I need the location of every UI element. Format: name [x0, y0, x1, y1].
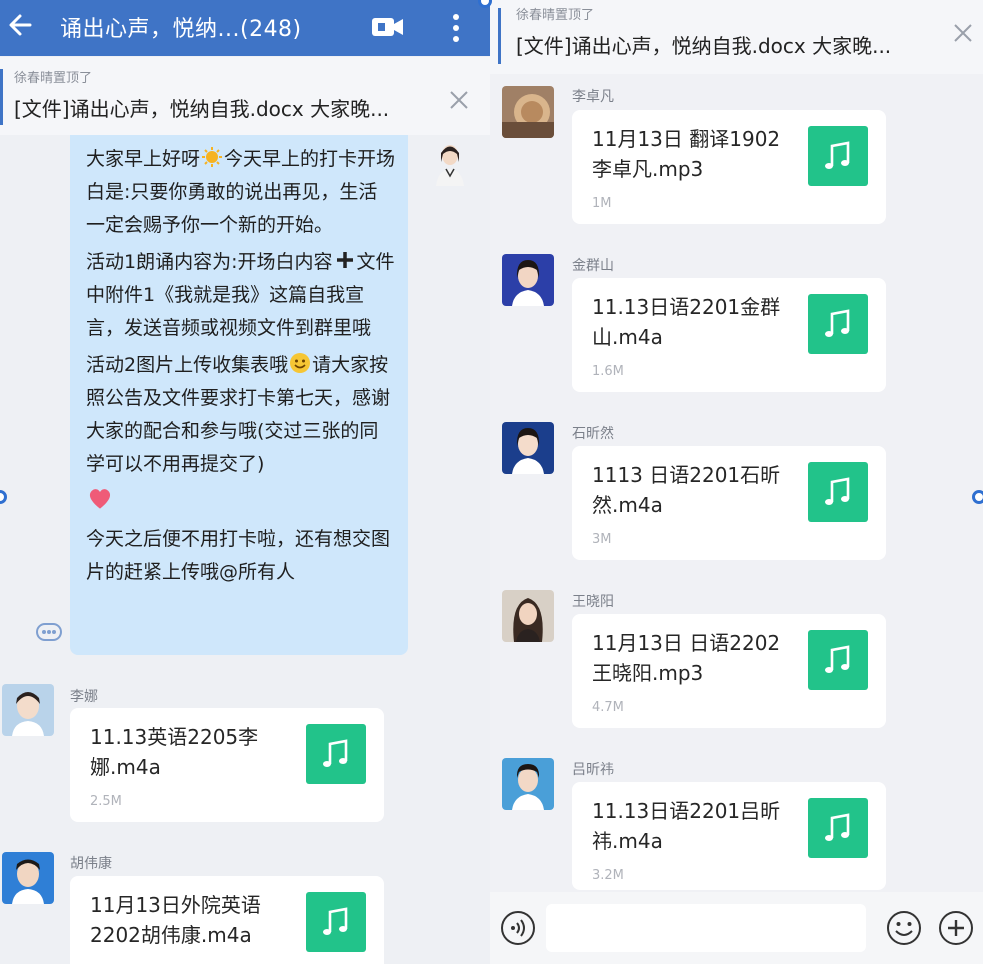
plus-emoji-icon [336, 252, 353, 268]
avatar[interactable] [502, 422, 554, 474]
avatar[interactable] [502, 254, 554, 306]
pinned-message-text: [文件]诵出心声，悦纳自我.docx 大家晚... [516, 34, 892, 58]
sender-name: 吕昕祎 [572, 762, 614, 778]
audio-file-icon [306, 892, 366, 952]
sender-name: 李卓凡 [572, 89, 614, 105]
read-receipt-icon[interactable] [36, 622, 62, 642]
back-arrow-icon[interactable] [4, 8, 38, 42]
announcement-paragraph-1: 大家早上好呀 今天早上的打卡开场白是:只要你勇敢的说出再见，生活一定会赐予你一个新… [86, 143, 396, 242]
self-avatar[interactable] [424, 138, 476, 186]
title-bar: 诵出心声，悦纳...(248) [0, 0, 490, 56]
avatar[interactable] [502, 758, 554, 810]
file-message-card[interactable]: 11.13日语2201吕昕祎.m4a 3.2M [572, 782, 886, 890]
avatar[interactable] [502, 590, 554, 642]
audio-file-icon [808, 798, 868, 858]
announcement-text: 活动1朗诵内容为:开场白内容 [86, 251, 333, 273]
left-chat-panel: 诵出心声，悦纳...(248) 徐春晴置顶了 [文件]诵出心声，悦纳自我.doc… [0, 0, 490, 964]
more-options-icon[interactable] [446, 10, 466, 46]
pinned-indicator-bar [0, 69, 3, 125]
file-size: 3.2M [592, 868, 624, 883]
member-count: (248) [239, 17, 302, 42]
emoji-picker-icon[interactable] [886, 910, 922, 946]
file-message-card[interactable]: 1113 日语2201石昕然.m4a 3M [572, 446, 886, 560]
chat-title: 诵出心声，悦纳...(248) [60, 11, 302, 43]
voice-input-icon[interactable] [500, 910, 536, 946]
avatar[interactable] [2, 852, 54, 904]
sender-name: 胡伟康 [70, 856, 112, 872]
right-chat-panel: 徐春晴置顶了 [文件]诵出心声，悦纳自我.docx 大家晚... 李卓凡 11月… [490, 0, 983, 964]
sender-name: 金群山 [572, 258, 614, 274]
message-input-bar [490, 892, 983, 964]
file-size: 1.6M [592, 364, 624, 379]
announcement-paragraph-2: 活动1朗诵内容为:开场白内容 文件中附件1《我就是我》这篇自我宣言，发送音频或视频… [86, 246, 396, 345]
video-call-icon[interactable] [370, 14, 406, 40]
pinned-by-text: 徐春晴置顶了 [516, 8, 595, 23]
smiley-emoji-icon [290, 353, 311, 373]
sender-name: 李娜 [70, 689, 98, 705]
sun-emoji-icon [202, 147, 223, 167]
divider-handle [972, 490, 983, 504]
file-name: 11.13英语2205李娜.m4a [90, 725, 259, 779]
add-attachment-icon[interactable] [938, 910, 974, 946]
file-message-card[interactable]: 11.13英语2205李娜.m4a 2.5M [70, 708, 384, 822]
avatar[interactable] [2, 684, 54, 736]
audio-file-icon [808, 294, 868, 354]
pinned-message-banner[interactable]: 徐春晴置顶了 [文件]诵出心声，悦纳自我.docx 大家晚... [490, 0, 983, 74]
audio-file-icon [808, 630, 868, 690]
message-input[interactable] [546, 904, 866, 952]
file-name: 1113 日语2201石昕然.m4a [592, 463, 781, 517]
audio-file-icon [808, 126, 868, 186]
file-message-card[interactable]: 11.13日语2201金群山.m4a 1.6M [572, 278, 886, 392]
audio-file-icon [808, 462, 868, 522]
file-message-card[interactable]: 11月13日 日语2202王晓阳.mp3 4.7M [572, 614, 886, 728]
file-size: 3M [592, 532, 612, 547]
heart-emoji-icon [89, 489, 111, 509]
avatar[interactable] [502, 86, 554, 138]
sender-name: 王晓阳 [572, 594, 614, 610]
announcement-text: 大家早上好呀 [86, 148, 201, 170]
group-name: 诵出心声，悦纳... [60, 17, 240, 42]
file-size: 2.5M [90, 794, 122, 809]
close-icon[interactable] [448, 89, 470, 111]
announcement-paragraph-4 [86, 485, 396, 519]
file-name: 11.13日语2201吕昕祎.m4a [592, 799, 781, 853]
file-name: 11月13日外院英语2202胡伟康.m4a [90, 893, 261, 947]
announcement-text: 活动2图片上传收集表哦 [86, 354, 289, 376]
pinned-indicator-bar [498, 8, 501, 64]
pinned-by-text: 徐春晴置顶了 [14, 71, 93, 86]
close-icon[interactable] [952, 22, 974, 44]
file-name: 11.13日语2201金群山.m4a [592, 295, 781, 349]
audio-file-icon [306, 724, 366, 784]
file-size: 4.7M [592, 700, 624, 715]
file-name: 11月13日 日语2202王晓阳.mp3 [592, 631, 781, 685]
file-message-card[interactable]: 11月13日 翻译1902李卓凡.mp3 1M [572, 110, 886, 224]
file-size: 1M [592, 196, 612, 211]
file-name: 11月13日 翻译1902李卓凡.mp3 [592, 127, 781, 181]
announcement-paragraph-5: 今天之后便不用打卡啦，还有想交图片的赶紧上传哦@所有人 [86, 528, 391, 583]
announcement-paragraph-3: 活动2图片上传收集表哦 请大家按照公告及文件要求打卡第七天，感谢大家的配合和参与哦… [86, 349, 396, 481]
pinned-message-text: [文件]诵出心声，悦纳自我.docx 大家晚... [14, 97, 390, 121]
file-message-card[interactable]: 11月13日外院英语2202胡伟康.m4a [70, 876, 384, 964]
announcement-bubble[interactable]: 大家早上好呀 今天早上的打卡开场白是:只要你勇敢的说出再见，生活一定会赐予你一个新… [70, 135, 408, 655]
pinned-message-banner[interactable]: 徐春晴置顶了 [文件]诵出心声，悦纳自我.docx 大家晚... [0, 57, 490, 135]
sender-name: 石昕然 [572, 426, 614, 442]
